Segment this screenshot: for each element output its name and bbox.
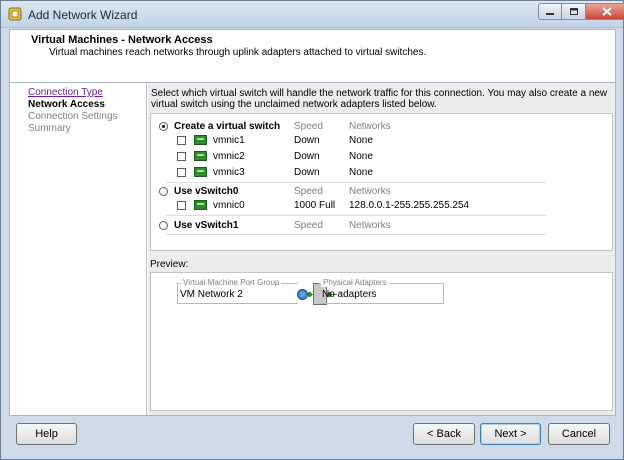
back-button[interactable]: < Back	[413, 423, 475, 445]
adapter-speed: 1000 Full	[294, 200, 336, 211]
adapter-networks: None	[349, 167, 373, 178]
preview-label: Preview:	[150, 259, 189, 270]
preview-panel: Virtual Machine Port Group VM Network 2 …	[150, 272, 613, 411]
close-button[interactable]	[586, 3, 624, 20]
window-title: Add Network Wizard	[28, 8, 138, 22]
minimize-icon	[546, 12, 554, 15]
step-network-access: Network Access	[28, 99, 105, 110]
port-group-frame: Virtual Machine Port Group VM Network 2	[177, 278, 298, 304]
step-summary: Summary	[28, 123, 71, 134]
vswitch0-radio[interactable]	[159, 187, 168, 196]
adapter-name: vmnic2	[213, 151, 245, 162]
physical-adapters-frame: Physical Adapters No adapters	[319, 278, 444, 304]
adapter-name: vmnic3	[213, 167, 245, 178]
instructions-text: Select which virtual switch will handle …	[151, 88, 608, 110]
network-adapter-icon	[194, 135, 207, 145]
create-switch-label[interactable]: Create a virtual switch	[174, 121, 280, 135]
title-bar[interactable]: Add Network Wizard	[1, 1, 624, 28]
page-title: Virtual Machines - Network Access	[31, 34, 213, 46]
page-subtitle: Virtual machines reach networks through …	[49, 47, 427, 58]
section-divider	[166, 234, 546, 235]
vswitch1-radio[interactable]	[159, 221, 168, 230]
vmnic2-checkbox[interactable]	[177, 152, 186, 161]
adapter-speed: Down	[294, 135, 320, 146]
adapter-name: vmnic1	[213, 135, 245, 146]
network-adapter-icon	[194, 200, 207, 210]
minimize-button[interactable]	[538, 3, 562, 20]
window-controls	[538, 3, 624, 20]
maximize-icon	[569, 7, 578, 15]
adapter-name: vmnic0	[213, 200, 245, 211]
speed-header: Speed	[294, 220, 323, 231]
networks-header: Networks	[349, 186, 391, 197]
wizard-header: Virtual Machines - Network Access Virtua…	[9, 29, 616, 82]
maximize-button[interactable]	[562, 3, 586, 20]
networks-header: Networks	[349, 121, 391, 132]
speed-header: Speed	[294, 186, 323, 197]
next-button[interactable]: Next >	[480, 423, 541, 445]
speed-header: Speed	[294, 121, 323, 132]
step-connection-type[interactable]: Connection Type	[28, 87, 103, 98]
vswitch0-label[interactable]: Use vSwitch0	[174, 186, 238, 200]
step-connection-settings: Connection Settings	[28, 111, 118, 122]
section-divider	[166, 215, 546, 216]
help-button[interactable]: Help	[16, 423, 77, 445]
physical-adapters-text: No adapters	[322, 289, 377, 300]
adapter-speed: Down	[294, 167, 320, 178]
vswitch1-label[interactable]: Use vSwitch1	[174, 220, 238, 234]
vmnic0-checkbox[interactable]	[177, 201, 186, 210]
port-group-legend: Virtual Machine Port Group	[181, 278, 282, 287]
network-adapter-icon	[194, 151, 207, 161]
connection-dot	[307, 292, 312, 297]
main-content: Select which virtual switch will handle …	[148, 83, 615, 415]
vmnic1-checkbox[interactable]	[177, 136, 186, 145]
close-icon	[601, 7, 612, 16]
wizard-window: Add Network Wizard Virtual Machines - Ne…	[0, 0, 624, 460]
network-adapter-icon	[194, 167, 207, 177]
section-divider	[166, 182, 546, 183]
adapter-networks: None	[349, 135, 373, 146]
cancel-button[interactable]: Cancel	[548, 423, 610, 445]
wizard-body: Connection Type Network Access Connectio…	[9, 82, 616, 416]
networks-header: Networks	[349, 220, 391, 231]
port-group-name: VM Network 2	[180, 289, 243, 300]
vsphere-app-icon	[8, 7, 22, 21]
adapter-networks: None	[349, 151, 373, 162]
wizard-steps-nav: Connection Type Network Access Connectio…	[10, 83, 147, 415]
physical-adapters-legend: Physical Adapters	[321, 278, 389, 287]
vmnic3-checkbox[interactable]	[177, 168, 186, 177]
adapter-speed: Down	[294, 151, 320, 162]
switch-selection-list: Create a virtual switch Speed Networks v…	[150, 113, 613, 251]
adapter-networks: 128.0.0.1-255.255.255.254	[349, 200, 470, 211]
create-switch-radio[interactable]	[159, 122, 168, 131]
